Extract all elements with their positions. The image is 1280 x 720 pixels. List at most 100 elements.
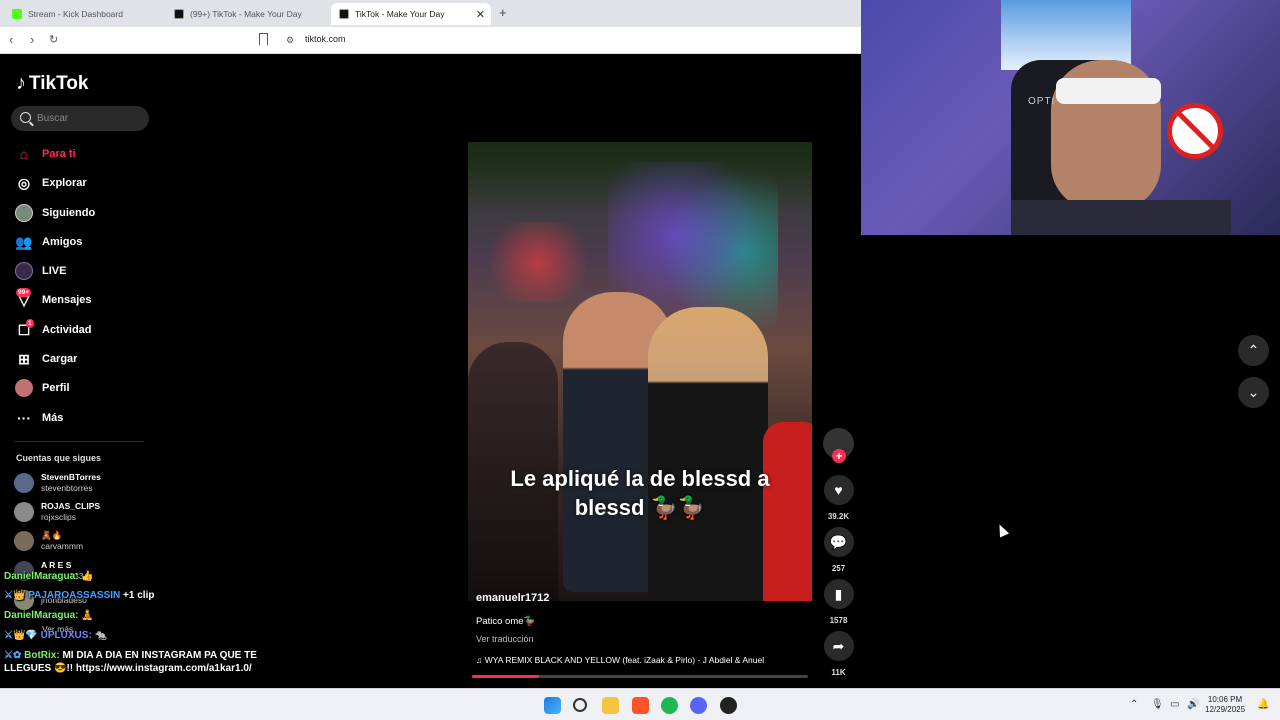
volume-icon[interactable]: 🔊	[1187, 699, 1199, 710]
windows-start-icon[interactable]	[544, 697, 561, 714]
system-clock[interactable]: 10:06 PM 12/29/2025	[1205, 695, 1245, 715]
reload-icon[interactable]: ↻	[49, 33, 58, 46]
nav-para-ti[interactable]: ⌂ Para ti	[14, 143, 76, 165]
chat-user: BotRix:	[24, 650, 60, 661]
chat-user: DanielMaragua:	[4, 571, 79, 582]
back-icon[interactable]: ‹	[9, 32, 13, 47]
live-icon	[14, 261, 34, 281]
following-account[interactable]: 🧸🔥 carvammm	[14, 530, 83, 552]
video-author[interactable]: emanuelr1712	[476, 592, 549, 604]
nav-perfil[interactable]: Perfil	[14, 377, 70, 399]
spotify-icon[interactable]	[661, 697, 678, 714]
mod-badge-icon: ⚔👑	[4, 590, 29, 601]
nav-live[interactable]: LIVE	[14, 260, 66, 282]
following-avatar-icon	[14, 203, 34, 223]
new-tab-button[interactable]: +	[499, 5, 507, 20]
obs-icon[interactable]	[720, 697, 737, 714]
bookmark-icon[interactable]	[259, 33, 268, 45]
follow-plus-icon[interactable]: +	[832, 449, 846, 463]
more-icon: ···	[17, 410, 31, 426]
network-icon[interactable]: ▭	[1170, 699, 1179, 710]
chat-user: UPLUXUS:	[40, 630, 92, 641]
tiktok-favicon-icon	[339, 9, 349, 19]
video-player[interactable]	[468, 142, 812, 601]
account-handle: rojxsclips	[41, 512, 76, 522]
chat-text: 🧘	[78, 610, 94, 621]
microphone-icon[interactable]: 🎙	[1151, 699, 1164, 710]
webcam-shirt	[1011, 200, 1231, 235]
video-progress-bar[interactable]	[472, 675, 808, 678]
search-placeholder: Buscar	[37, 113, 69, 124]
chat-text: +1 clip	[120, 590, 155, 601]
no-bug-sticker-icon	[1167, 103, 1223, 159]
activity-badge: 1	[26, 319, 34, 328]
address-bar: ‹ › ↻ ⚙ tiktok.com	[0, 27, 861, 54]
search-icon[interactable]	[573, 698, 587, 712]
chat-message: ⚔👑 PAJAROASSASSIN +1 clip	[4, 589, 154, 602]
clock-time: 10:06 PM	[1207, 695, 1243, 704]
notifications-icon[interactable]: 🔔	[1257, 699, 1269, 710]
like-count: 39.2K	[827, 512, 850, 521]
search-icon	[20, 112, 31, 123]
brave-browser-icon[interactable]	[632, 697, 649, 714]
following-account[interactable]: StevenBTorres stevenbtorres	[14, 472, 101, 494]
music-title: WYA REMIX BLACK AND YELLOW (feat. iZaak …	[484, 655, 765, 665]
chevron-up-icon[interactable]: ⌃	[1130, 699, 1138, 710]
nav-mas[interactable]: ··· Más	[14, 407, 63, 429]
next-video-button[interactable]: ⌄	[1238, 377, 1269, 408]
video-text-overlay: Le apliqué la de blessd a blessd 🦆🦆	[435, 464, 845, 522]
tiktok-logo[interactable]: ♪ TikTok	[16, 72, 88, 95]
file-explorer-icon[interactable]	[602, 697, 619, 714]
chat-user: PAJAROASSASSIN	[28, 590, 121, 601]
tab-label: (99+) TikTok - Make Your Day	[190, 9, 302, 19]
tab-tiktok-notifications[interactable]: (99+) TikTok - Make Your Day	[166, 3, 326, 25]
heart-icon[interactable]: ♥	[823, 475, 854, 505]
bookmark-icon[interactable]: ▮	[823, 579, 854, 609]
chat-message: DanielMaragua: 👍	[4, 570, 94, 583]
mod-badge-icon: ⚔👑💎	[4, 630, 41, 641]
nav-cargar[interactable]: ⊞ Cargar	[14, 348, 77, 370]
mouse-cursor-icon	[994, 522, 1010, 538]
share-count: 11K	[831, 668, 846, 677]
url-field[interactable]: tiktok.com	[305, 34, 346, 44]
nav-label: Siguiendo	[42, 207, 96, 219]
nav-explorar[interactable]: ◎ Explorar	[14, 172, 87, 194]
site-info-icon[interactable]: ⚙	[286, 35, 294, 46]
like-action[interactable]: ♥ 39.2K	[823, 475, 854, 521]
comment-action[interactable]: 💬 257	[823, 527, 854, 573]
nav-label: Explorar	[42, 177, 87, 189]
discord-icon[interactable]	[690, 697, 707, 714]
tab-tiktok-active[interactable]: TikTok - Make Your Day ✕	[331, 3, 491, 25]
nav-siguiendo[interactable]: Siguiendo	[14, 202, 95, 224]
following-account[interactable]: ROJAS_CLIPS rojxsclips	[14, 501, 100, 523]
account-name: 🧸🔥	[41, 530, 63, 540]
sidebar-divider	[14, 441, 144, 442]
share-action[interactable]: ➦ 11K	[823, 631, 854, 677]
nav-label: Más	[42, 412, 64, 424]
save-action[interactable]: ▮ 1578	[823, 579, 854, 625]
nav-amigos[interactable]: 👥 Amigos	[14, 231, 82, 253]
clock-date: 12/29/2025	[1205, 705, 1246, 714]
messages-icon: ▽ 99+	[16, 288, 32, 308]
comment-icon[interactable]: 💬	[823, 527, 854, 557]
forward-icon[interactable]: ›	[30, 32, 34, 47]
chat-message: DanielMaragua: 🧘	[4, 609, 94, 622]
music-info[interactable]: ♫ WYA REMIX BLACK AND YELLOW (feat. iZaa…	[476, 655, 806, 665]
tab-label: TikTok - Make Your Day	[355, 9, 445, 19]
previous-video-button[interactable]: ⌃	[1238, 335, 1269, 366]
nav-mensajes[interactable]: ▽ 99+ Mensajes	[14, 288, 92, 311]
translate-link[interactable]: Ver traducción	[476, 634, 534, 644]
nav-actividad[interactable]: ☐ 1 Actividad	[14, 319, 92, 341]
chair-brand-text: OPTI	[1028, 96, 1056, 107]
share-icon[interactable]: ➦	[823, 631, 854, 661]
avatar	[14, 502, 34, 522]
search-input[interactable]: Buscar	[11, 106, 149, 131]
windows-taskbar: ⌃ 🎙 ▭ 🔊 10:06 PM 12/29/2025 🔔	[0, 688, 1280, 720]
tab-kick-dashboard[interactable]: Stream - Kick Dashboard	[4, 3, 164, 25]
compass-icon: ◎	[17, 174, 31, 191]
overlay-line: Le apliqué la de blessd a	[510, 466, 770, 491]
close-tab-icon[interactable]: ✕	[476, 8, 485, 21]
nav-label: Amigos	[42, 236, 83, 248]
nav-label: Perfil	[42, 382, 70, 394]
progress-fill	[472, 675, 540, 678]
